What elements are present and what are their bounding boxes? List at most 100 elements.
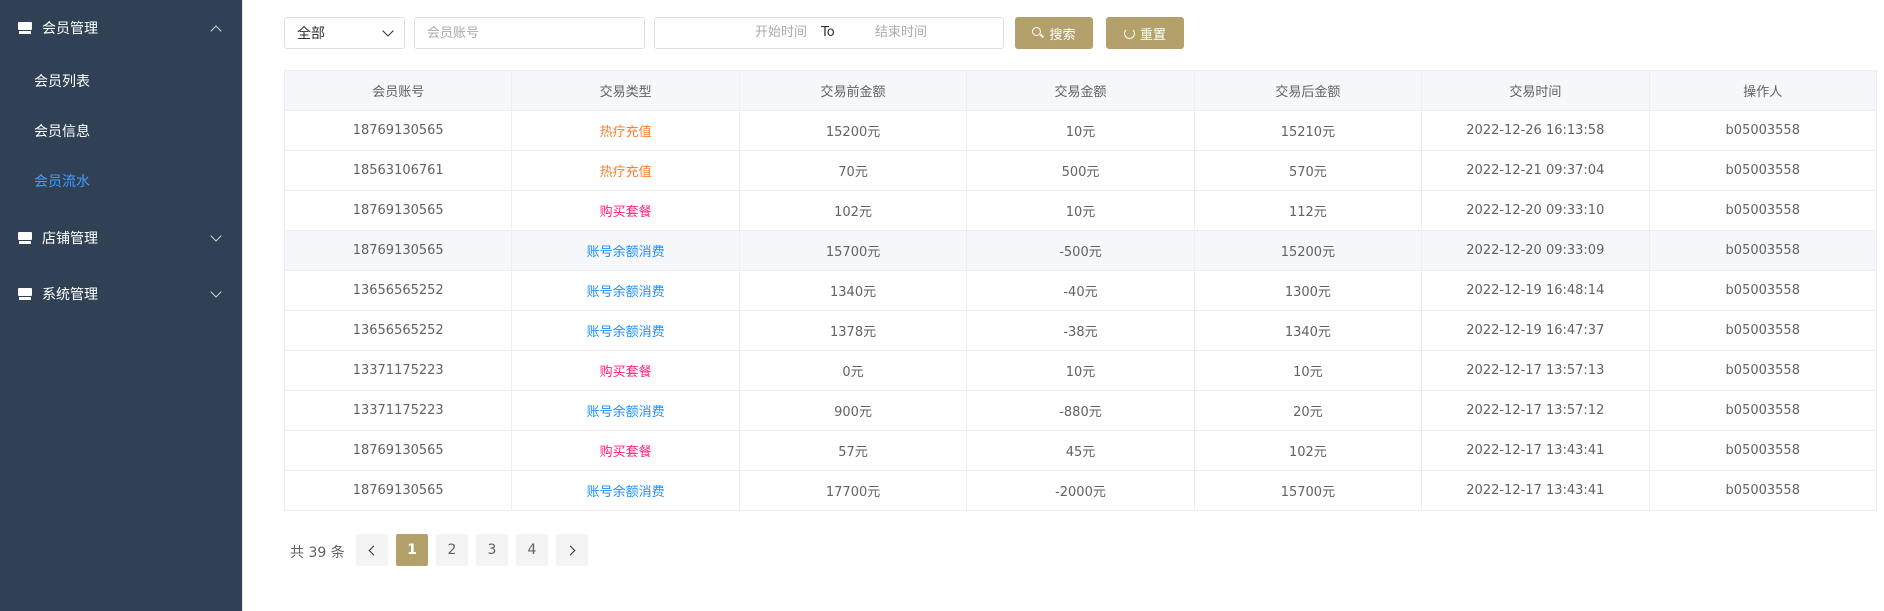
cell-time: 2022-12-20 09:33:09 — [1421, 230, 1650, 271]
cell-type: 账号余额消费 — [511, 230, 740, 271]
next-page-button[interactable] — [556, 534, 588, 566]
table-row[interactable]: 18769130565 热疗充值 15200元 10元 15210元 2022-12-26… — [283, 110, 1878, 151]
content-divider — [242, 0, 254, 611]
page-button-2[interactable]: 2 — [436, 534, 468, 566]
sidebar-item-member-info[interactable]: 会员信息 — [0, 106, 242, 156]
total-count: 共 39 条 — [290, 545, 345, 561]
cell-type: 热疗充值 — [511, 110, 740, 151]
menu-system-management[interactable]: 系统管理 — [0, 266, 242, 322]
page-number: 3 — [487, 542, 497, 558]
menu-label: 会员管理 — [42, 21, 98, 37]
cell-amount: -38元 — [966, 310, 1195, 351]
refresh-icon — [1123, 27, 1135, 39]
cell-amount: 500元 — [966, 150, 1195, 191]
select-value: 全部 — [297, 26, 325, 42]
menu-label: 店铺管理 — [42, 231, 98, 247]
cell-time: 2022-12-26 16:13:58 — [1421, 110, 1650, 151]
table-row[interactable]: 18769130565 账号余额消费 17700元 -2000元 15700元 2022-… — [283, 470, 1878, 511]
store-icon — [18, 288, 32, 300]
transaction-type-select[interactable]: 全部 — [284, 17, 405, 49]
menu-member-management[interactable]: 会员管理 — [0, 0, 242, 56]
sidebar: 会员管理 会员列表 会员信息 会员流水 店铺管理 系统管理 — [0, 0, 242, 611]
date-range-separator: To — [821, 25, 835, 40]
column-header: 交易金额 — [966, 70, 1195, 111]
sidebar-item-member-transactions[interactable]: 会员流水 — [0, 156, 242, 206]
sidebar-item-member-list[interactable]: 会员列表 — [0, 56, 242, 106]
cell-amount: 45元 — [966, 430, 1195, 471]
cell-account: 13371175223 — [283, 390, 513, 431]
search-button[interactable]: 搜索 — [1015, 17, 1093, 49]
cell-before: 15200元 — [738, 110, 968, 151]
chevron-down-icon — [382, 25, 394, 37]
cell-amount: -500元 — [966, 230, 1195, 271]
date-range-picker[interactable]: 开始时间 To 结束时间 — [654, 17, 1004, 49]
cell-after: 1340元 — [1193, 310, 1423, 351]
table-row[interactable]: 18769130565 账号余额消费 15700元 -500元 15200元 2022-1… — [283, 230, 1878, 271]
cell-account: 18769130565 — [283, 430, 513, 471]
cell-time: 2022-12-21 09:37:04 — [1421, 150, 1650, 191]
cell-type: 购买套餐 — [511, 350, 740, 391]
table-row[interactable]: 18769130565 购买套餐 57元 45元 102元 2022-12-17 13:4… — [283, 430, 1878, 471]
table-row[interactable]: 13371175223 账号余额消费 900元 -880元 20元 2022-12-17 … — [283, 390, 1878, 431]
menu-store-management[interactable]: 店铺管理 — [0, 210, 242, 266]
table-row[interactable]: 13656565252 账号余额消费 1378元 -38元 1340元 2022-12-1… — [283, 310, 1878, 351]
prev-page-button[interactable] — [356, 534, 388, 566]
cell-amount: -40元 — [966, 270, 1195, 311]
page-button-4[interactable]: 4 — [516, 534, 548, 566]
account-search-input[interactable] — [414, 17, 645, 49]
column-header: 交易类型 — [511, 70, 740, 111]
store-icon — [18, 232, 32, 244]
cell-before: 102元 — [738, 190, 968, 231]
page-button-1[interactable]: 1 — [396, 534, 428, 566]
cell-account: 13656565252 — [283, 310, 513, 351]
chevron-down-icon — [210, 230, 222, 242]
reset-button[interactable]: 重置 — [1106, 17, 1184, 49]
transactions-table: 会员账号 交易类型 交易前金额 交易金额 交易后金额 交易时间 操作人 1876… — [283, 70, 1878, 511]
cell-account: 13656565252 — [283, 270, 513, 311]
cell-before: 1378元 — [738, 310, 968, 351]
cell-amount: -880元 — [966, 390, 1195, 431]
column-header: 会员账号 — [283, 70, 513, 111]
cell-operator: b05003558 — [1648, 470, 1878, 511]
cell-time: 2022-12-17 13:43:41 — [1421, 470, 1650, 511]
cell-after: 10元 — [1193, 350, 1423, 391]
cell-operator: b05003558 — [1648, 150, 1878, 191]
cell-after: 15700元 — [1193, 470, 1423, 511]
table-row[interactable]: 18769130565 购买套餐 102元 10元 112元 2022-12-20 09:… — [283, 190, 1878, 231]
cell-operator: b05003558 — [1648, 110, 1878, 151]
cell-type: 账号余额消费 — [511, 310, 740, 351]
sidebar-item-label: 会员流水 — [34, 174, 90, 190]
cell-operator: b05003558 — [1648, 430, 1878, 471]
cell-time: 2022-12-17 13:57:12 — [1421, 390, 1650, 431]
chevron-right-icon — [565, 545, 576, 555]
cell-amount: 10元 — [966, 190, 1195, 231]
cell-operator: b05003558 — [1648, 350, 1878, 391]
table-row[interactable]: 13656565252 账号余额消费 1340元 -40元 1300元 2022-12-1… — [283, 270, 1878, 311]
cell-type: 热疗充值 — [511, 150, 740, 191]
chevron-up-icon — [210, 25, 222, 37]
cell-operator: b05003558 — [1648, 190, 1878, 231]
store-icon — [18, 22, 32, 34]
page-number: 2 — [447, 542, 457, 558]
page-number: 4 — [527, 542, 537, 558]
column-header: 交易后金额 — [1193, 70, 1423, 111]
table-row[interactable]: 13371175223 购买套餐 0元 10元 10元 2022-12-17 13:57:… — [283, 350, 1878, 391]
cell-after: 20元 — [1193, 390, 1423, 431]
cell-after: 1300元 — [1193, 270, 1423, 311]
reset-button-label: 重置 — [1139, 27, 1166, 43]
cell-operator: b05003558 — [1648, 390, 1878, 431]
column-header: 操作人 — [1648, 70, 1878, 111]
cell-account: 13371175223 — [283, 350, 513, 391]
cell-account: 18769130565 — [283, 110, 513, 151]
cell-before: 0元 — [738, 350, 968, 391]
cell-amount: -2000元 — [966, 470, 1195, 511]
search-button-label: 搜索 — [1049, 27, 1076, 43]
cell-operator: b05003558 — [1648, 270, 1878, 311]
cell-before: 15700元 — [738, 230, 968, 271]
cell-type: 购买套餐 — [511, 430, 740, 471]
table-row[interactable]: 18563106761 热疗充值 70元 500元 570元 2022-12-21 09:… — [283, 150, 1878, 191]
cell-before: 1340元 — [738, 270, 968, 311]
table-header-row: 会员账号 交易类型 交易前金额 交易金额 交易后金额 交易时间 操作人 — [283, 70, 1878, 111]
page-button-3[interactable]: 3 — [476, 534, 508, 566]
cell-type: 账号余额消费 — [511, 270, 740, 311]
